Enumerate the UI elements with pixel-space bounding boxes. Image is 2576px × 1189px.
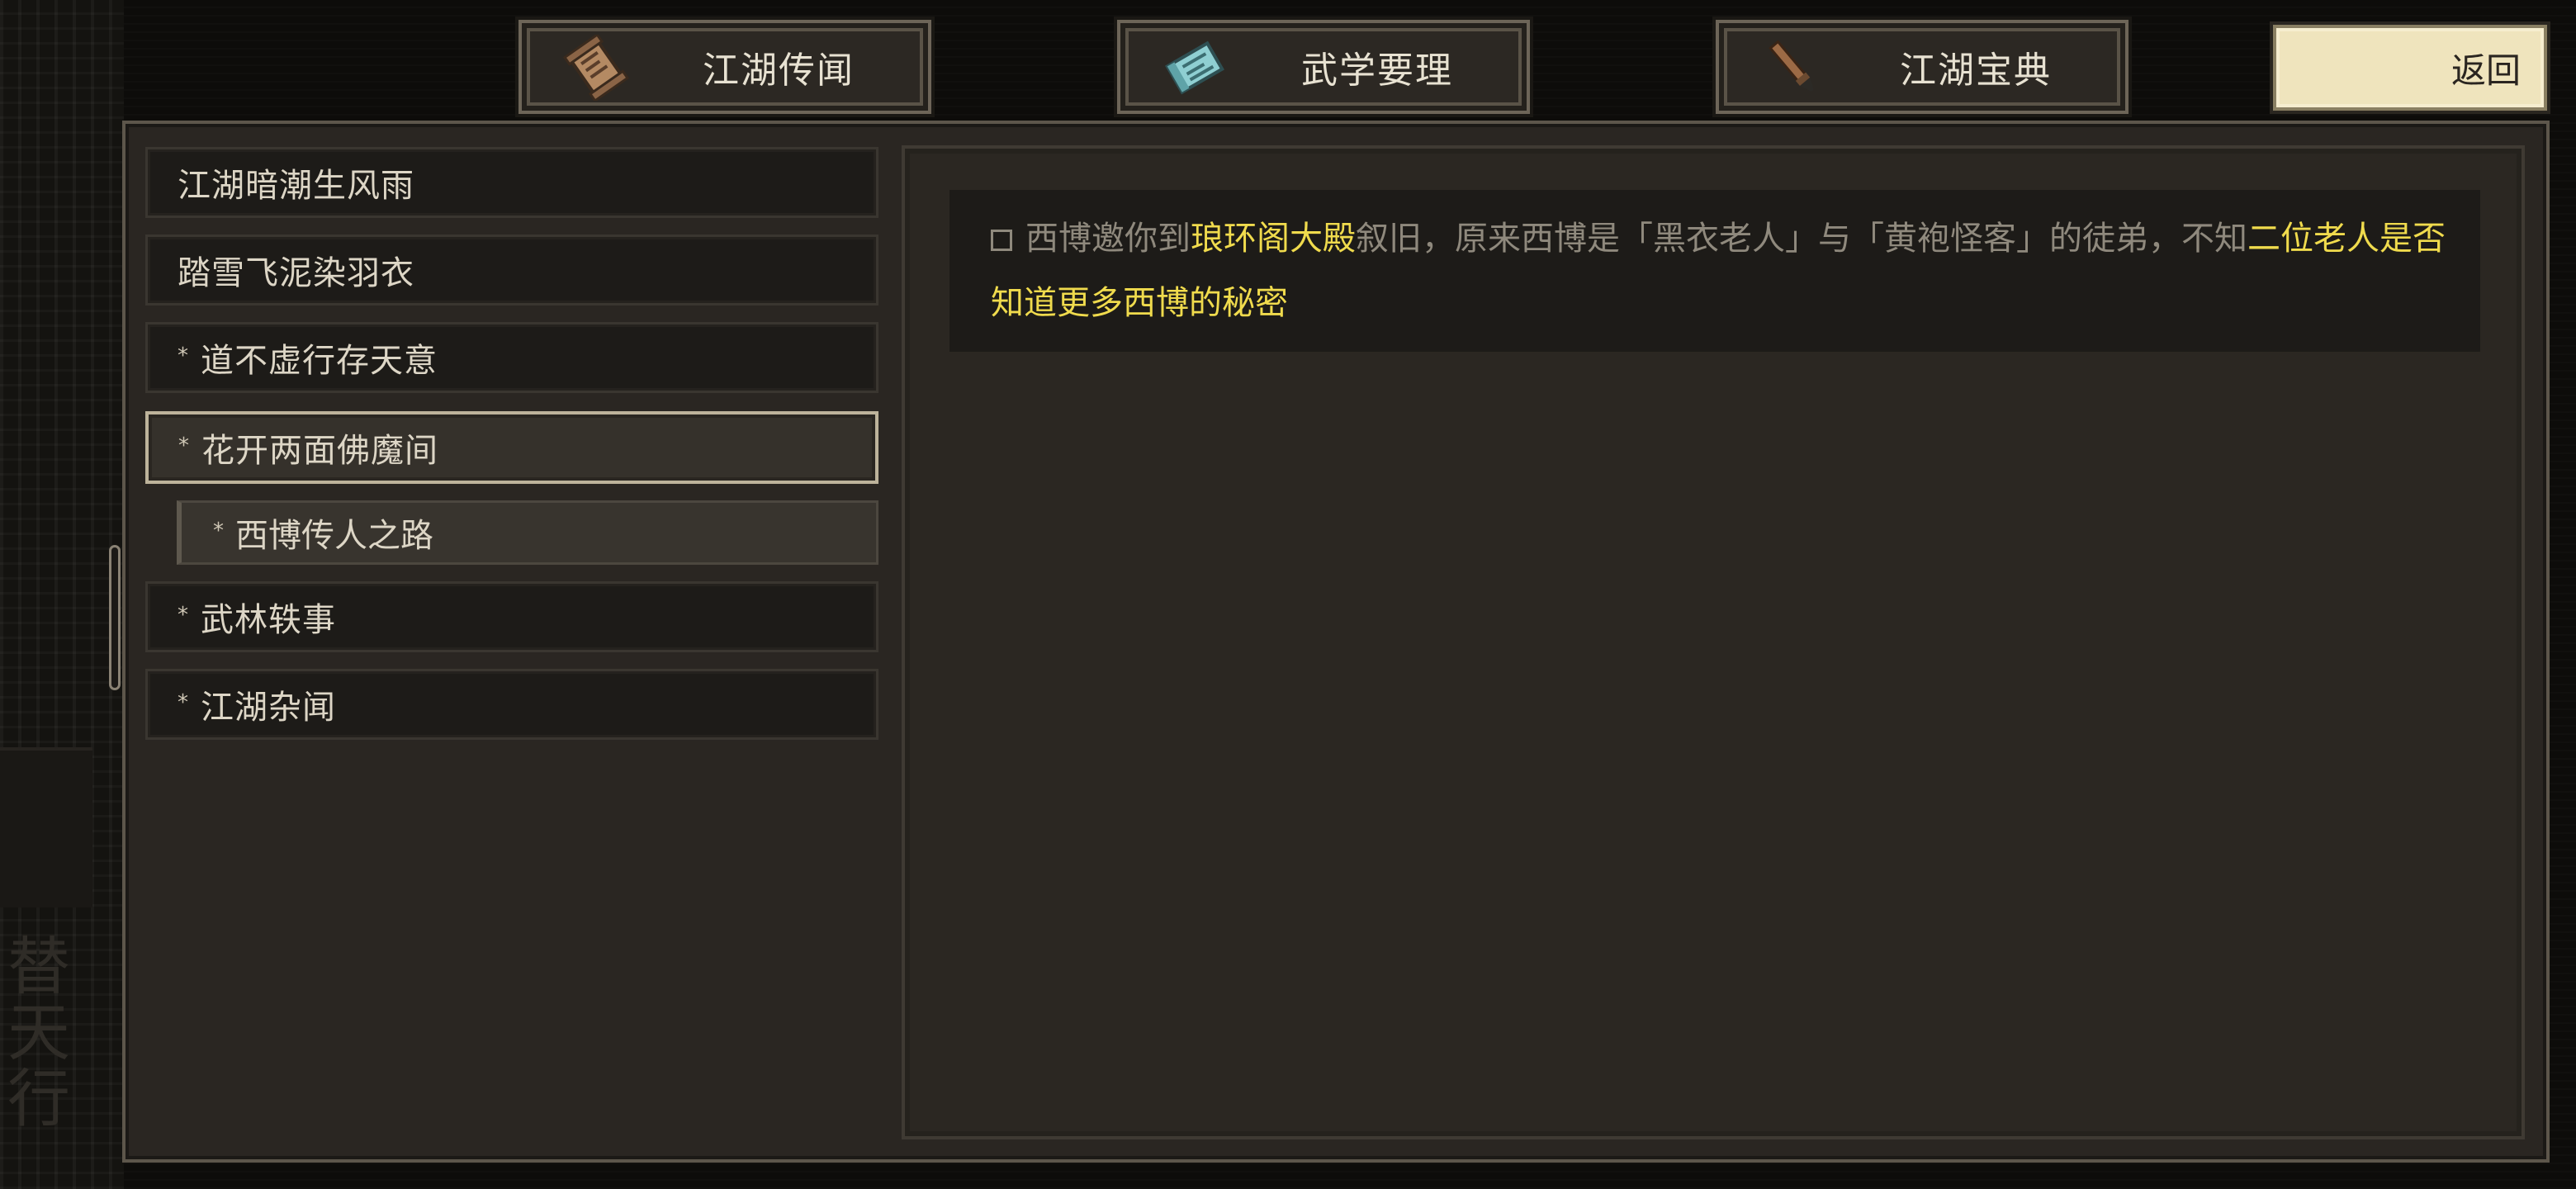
background-banner-text: 替天行道 xyxy=(0,933,70,1131)
tab-encyclopedia[interactable]: 江湖宝典 xyxy=(1712,17,2132,117)
quest-item-selected[interactable]: * 花开两面佛魔间 xyxy=(145,411,878,484)
quest-item[interactable]: 踏雪飞泥染羽衣 xyxy=(145,234,878,306)
quest-item-label: 武林轶事 xyxy=(201,601,336,639)
star-icon: * xyxy=(178,433,190,458)
quest-log-entry: 西博邀你到琅环阁大殿叙旧，原来西博是「黑衣老人」与「黄袍怪客」的徒弟，不知二位老… xyxy=(949,190,2480,352)
tab-martial-arts[interactable]: 武学要理 xyxy=(1114,17,1533,117)
quest-item-label: 江湖杂闻 xyxy=(201,689,336,727)
star-icon: * xyxy=(178,343,189,368)
game-screen: 替天行道 江湖传闻 武学要理 xyxy=(0,0,2576,1189)
quest-item[interactable]: * 江湖杂闻 xyxy=(145,669,878,740)
quest-item-label: 道不虚行存天意 xyxy=(201,342,438,380)
back-button[interactable]: 返回 xyxy=(2270,21,2550,114)
quest-item[interactable]: * 道不虚行存天意 xyxy=(145,322,878,393)
scroll-icon xyxy=(563,35,629,101)
entry-text: 西博邀你到 xyxy=(1025,220,1191,258)
quest-item-label: 踏雪飞泥染羽衣 xyxy=(178,254,414,292)
tab-encyclopedia-label: 江湖宝典 xyxy=(1900,50,2052,92)
star-icon: * xyxy=(213,519,224,543)
background-post xyxy=(0,747,92,907)
entry-location-highlight: 琅环阁大殿 xyxy=(1191,220,1356,258)
quest-item[interactable]: 江湖暗潮生风雨 xyxy=(145,147,878,218)
tab-rumors[interactable]: 江湖传闻 xyxy=(515,17,935,117)
tab-martial-arts-label: 武学要理 xyxy=(1301,50,1453,92)
quest-item-label: 江湖暗潮生风雨 xyxy=(178,167,414,205)
star-icon: * xyxy=(178,690,189,715)
manual-icon xyxy=(1165,40,1224,95)
quest-subitem[interactable]: * 西博传人之路 xyxy=(177,500,878,565)
scroll-handle[interactable] xyxy=(109,545,121,690)
brush-icon xyxy=(1769,40,1814,92)
quest-subitem-label: 西博传人之路 xyxy=(235,517,433,555)
tab-rumors-label: 江湖传闻 xyxy=(703,50,855,92)
quest-item-label: 花开两面佛魔间 xyxy=(201,432,438,470)
quest-item[interactable]: * 武林轶事 xyxy=(145,581,878,652)
star-icon: * xyxy=(178,603,189,628)
entry-text: 叙旧，原来西博是「黑衣老人」与「黄袍怪客」的徒弟，不知 xyxy=(1356,220,2247,258)
checkbox-icon xyxy=(991,230,1012,251)
